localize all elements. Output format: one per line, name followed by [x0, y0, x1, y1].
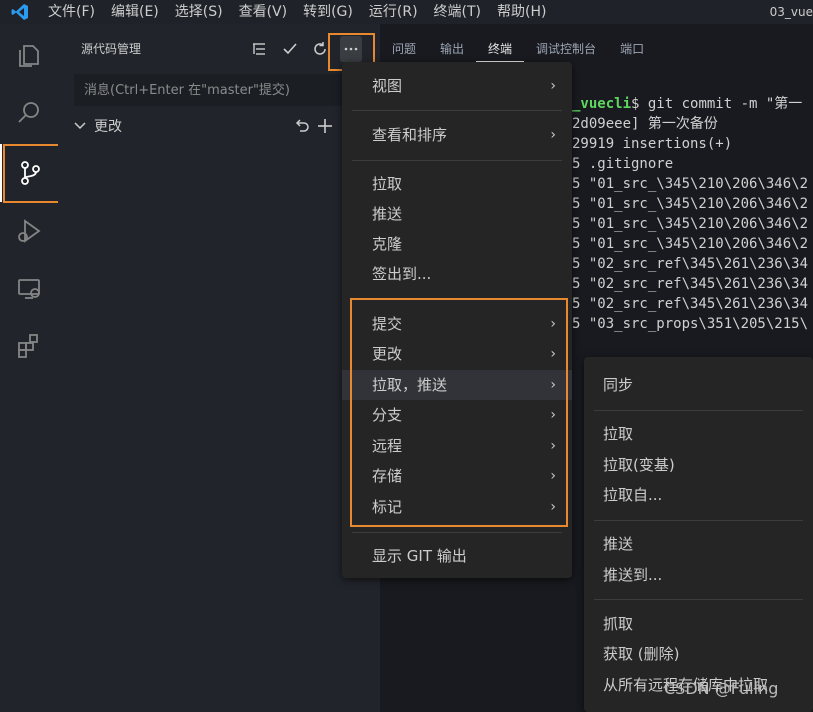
menu-item-pull[interactable]: 拉取: [342, 169, 572, 199]
menu-item-tags[interactable]: 标记 ›: [342, 492, 572, 522]
terminal-line: 5 "03_src_props\351\205\215\: [572, 316, 809, 332]
source-control-header: 源代码管理: [58, 36, 380, 62]
submenu-item-push-to[interactable]: 推送到...: [584, 560, 813, 590]
menu-item-checkout[interactable]: 签出到...: [342, 259, 572, 289]
explorer-icon[interactable]: [0, 26, 58, 84]
activity-bar: [0, 24, 58, 712]
submenu-item-pull-rebase[interactable]: 拉取(变基): [584, 450, 813, 480]
menu-run[interactable]: 运行(R): [361, 0, 426, 24]
commit-check-icon[interactable]: [279, 36, 301, 62]
menu-go[interactable]: 转到(G): [295, 0, 361, 24]
vscode-logo-icon: [0, 0, 40, 24]
menu-separator: [594, 410, 803, 411]
menu-item-view-sort[interactable]: 查看和排序 ›: [342, 120, 572, 150]
menu-item-branch[interactable]: 分支 ›: [342, 400, 572, 430]
chevron-right-icon: ›: [550, 407, 556, 423]
menu-help[interactable]: 帮助(H): [489, 0, 554, 24]
changes-group-header[interactable]: 更改: [58, 114, 380, 138]
menu-selection[interactable]: 选择(S): [167, 0, 231, 24]
terminal-line: 5 "02_src_ref\345\261\236\34: [572, 276, 809, 292]
source-control-icon[interactable]: [0, 144, 58, 202]
terminal-line: 5 "02_src_ref\345\261\236\34: [572, 256, 809, 272]
menu-item-pull-push[interactable]: 拉取，推送 ›: [342, 370, 572, 400]
menu-item-commit[interactable]: 提交 ›: [342, 309, 572, 339]
chevron-right-icon: ›: [550, 468, 556, 484]
menu-separator: [352, 160, 562, 161]
menu-file[interactable]: 文件(F): [40, 0, 103, 24]
submenu-item-fetch[interactable]: 抓取: [584, 609, 813, 639]
menu-item-remote[interactable]: 远程 ›: [342, 431, 572, 461]
menu-separator: [352, 110, 562, 111]
view-as-tree-icon[interactable]: [248, 36, 270, 62]
terminal-line: 2d09eee] 第一次备份: [572, 116, 718, 132]
changes-label: 更改: [94, 119, 122, 135]
source-control-title: 源代码管理: [81, 42, 142, 56]
menu-separator: [352, 298, 562, 299]
tab-terminal[interactable]: 终端: [476, 36, 525, 62]
tab-debug-console[interactable]: 调试控制台: [524, 36, 608, 62]
terminal-line: 5 "01_src_\345\210\206\346\2: [572, 176, 809, 192]
menu-edit[interactable]: 编辑(E): [103, 0, 167, 24]
menu-item-changes[interactable]: 更改 ›: [342, 339, 572, 369]
remote-explorer-icon[interactable]: [0, 260, 58, 318]
menu-item-view[interactable]: 视图 ›: [342, 71, 572, 101]
discard-all-icon[interactable]: [292, 117, 310, 139]
terminal-prompt-path: _vuecli: [572, 96, 632, 112]
source-control-view: 源代码管理 更改: [58, 24, 380, 712]
submenu-item-fetch-prune[interactable]: 获取 (删除): [584, 639, 813, 669]
menu-view[interactable]: 查看(V): [231, 0, 296, 24]
menu-separator: [594, 599, 803, 600]
menu-separator: [594, 520, 803, 521]
refresh-icon[interactable]: [309, 36, 331, 62]
terminal-line: 5 "01_src_\345\210\206\346\2: [572, 216, 809, 232]
terminal-line: 5 "01_src_\345\210\206\346\2: [572, 236, 809, 252]
extensions-icon[interactable]: [0, 316, 58, 374]
title-bar: 文件(F) 编辑(E) 选择(S) 查看(V) 转到(G) 运行(R) 终端(T…: [0, 0, 813, 24]
terminal-line: 5 .gitignore: [572, 156, 674, 172]
menu-item-stash[interactable]: 存储 ›: [342, 461, 572, 491]
menu-item-push[interactable]: 推送: [342, 199, 572, 229]
csdn-watermark: CSDN @Fuling: [664, 679, 779, 698]
terminal-line: 29919 insertions(+): [572, 136, 733, 152]
tab-output[interactable]: 输出: [428, 36, 476, 62]
chevron-right-icon: ›: [550, 377, 556, 393]
chevron-right-icon: ›: [550, 438, 556, 454]
panel-tabs: 问题 输出 终端 调试控制台 端口: [380, 36, 656, 62]
chevron-right-icon: ›: [550, 78, 556, 94]
menu-item-show-git-output[interactable]: 显示 GIT 输出: [342, 541, 572, 571]
menu-item-clone[interactable]: 克隆: [342, 229, 572, 259]
submenu-item-pull[interactable]: 拉取: [584, 419, 813, 449]
tab-ports[interactable]: 端口: [608, 36, 656, 62]
terminal-line: 5 "01_src_\345\210\206\346\2: [572, 196, 809, 212]
chevron-down-icon: [72, 118, 88, 138]
chevron-right-icon: ›: [550, 127, 556, 143]
chevron-right-icon: ›: [550, 316, 556, 332]
commit-message-input[interactable]: [74, 74, 364, 106]
submenu-item-push[interactable]: 推送: [584, 529, 813, 559]
source-control-more-menu: 视图 › 查看和排序 › 拉取 推送 克隆 签出到... 提交 › 更改 › 拉取，推送…: [342, 62, 572, 578]
menu-terminal[interactable]: 终端(T): [426, 0, 489, 24]
tab-problems[interactable]: 问题: [380, 36, 428, 62]
menu-separator: [352, 532, 562, 533]
chevron-right-icon: ›: [550, 346, 556, 362]
terminal-line: 5 "02_src_ref\345\261\236\34: [572, 296, 809, 312]
terminal-command: $ git commit -m "第一: [631, 96, 803, 112]
search-icon[interactable]: [0, 84, 58, 142]
run-debug-icon[interactable]: [0, 202, 58, 260]
pull-push-submenu: 同步 拉取 拉取(变基) 拉取自... 推送 推送到... 抓取 获取 (删除)…: [584, 357, 813, 712]
stage-all-plus-icon[interactable]: [316, 117, 334, 139]
more-actions-icon[interactable]: [340, 36, 362, 62]
window-title: 03_vue: [769, 5, 813, 19]
submenu-item-pull-from[interactable]: 拉取自...: [584, 480, 813, 510]
submenu-item-sync[interactable]: 同步: [584, 370, 813, 400]
chevron-right-icon: ›: [550, 499, 556, 515]
